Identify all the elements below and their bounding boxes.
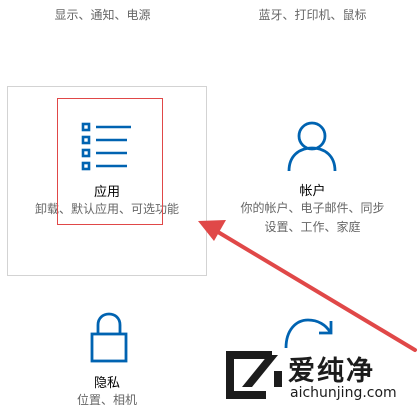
watermark: 爱纯净 aichunjing.com: [222, 347, 417, 405]
settings-window: 显示、通知、电源 蓝牙、打印机、鼠标 应用 卸载、默认应用、可选功能 帐户 你的…: [0, 0, 420, 405]
watermark-text: 爱纯净: [288, 356, 375, 387]
watermark-url: aichunjing.com: [290, 385, 397, 401]
watermark-logo-icon: [226, 351, 282, 399]
annotation-arrow: [198, 220, 417, 352]
